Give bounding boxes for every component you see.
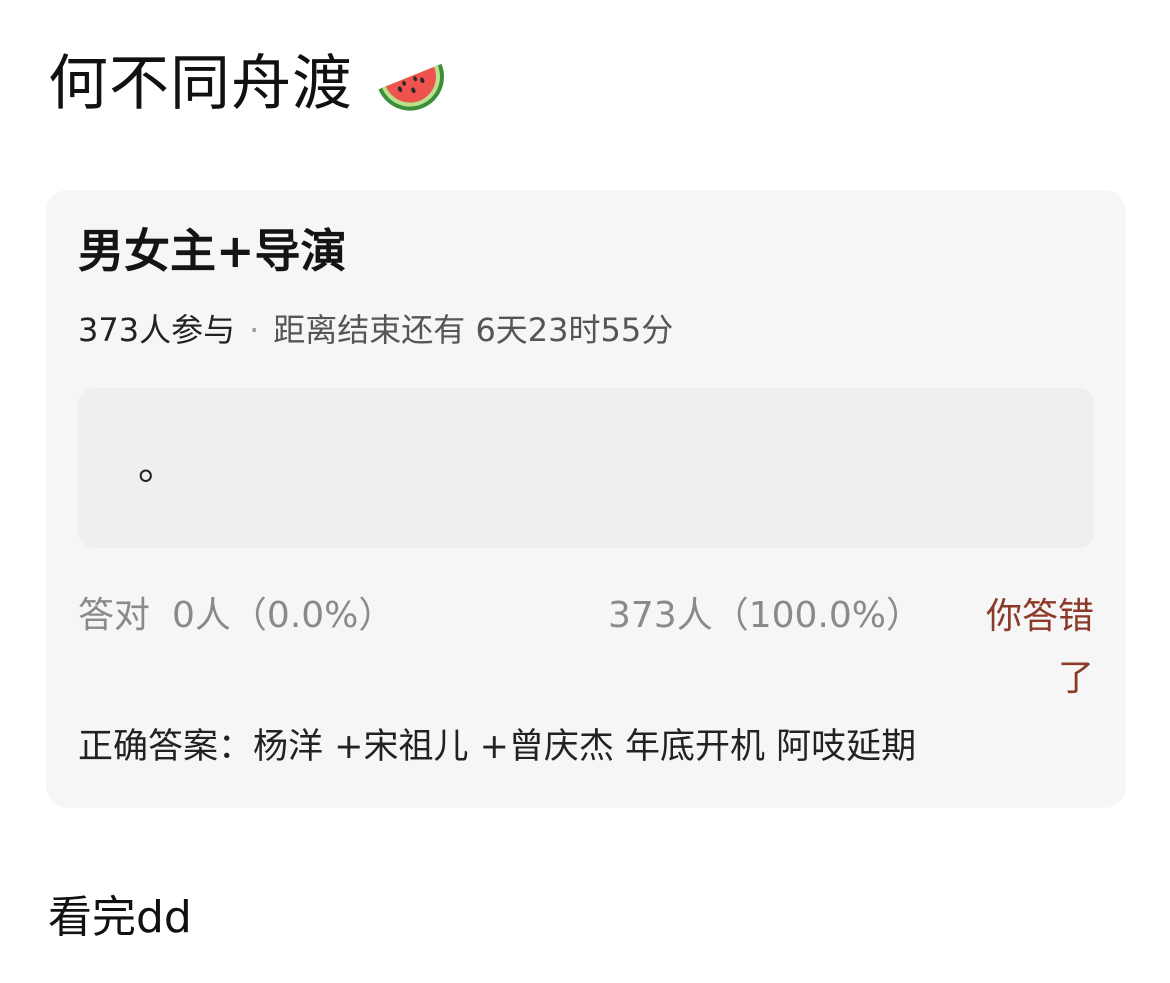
countdown-text: 距离结束还有 6天23时55分 — [273, 311, 674, 349]
wrong-stat: 373人（100.0%） — [608, 595, 922, 636]
quiz-title: 男女主+导演 — [78, 224, 347, 278]
post-comment-text: 看完dd — [48, 892, 192, 943]
participant-count: 373人参与 — [78, 311, 236, 349]
correct-answer-text: 正确答案：杨洋 +宋祖儿 +曾庆杰 年底开机 阿吱延期 — [78, 727, 917, 767]
meta-separator: · — [249, 311, 260, 349]
post-title: 何不同舟渡 — [48, 44, 451, 124]
correct-stat: 答对 0人（0.0%） — [78, 594, 394, 637]
correct-label: 答对 — [78, 595, 151, 636]
quiz-card[interactable]: 男女主+导演 373人参与 · 距离结束还有 6天23时55分 。 答对 0人（0.0… — [46, 190, 1126, 808]
my-answer-text: 。 — [138, 443, 178, 489]
post-title-text: 何不同舟渡 — [48, 49, 353, 119]
result-text: 你答错了 — [985, 596, 1094, 699]
weibo-post-page: 何不同舟渡 男女主+导演 373人参与 · 距离结束还有 6天23时55分 。 — [0, 0, 1170, 983]
my-answer-box: 。 — [78, 388, 1094, 548]
correct-count: 0人（0.0%） — [172, 595, 395, 636]
watermelon-icon — [378, 63, 444, 111]
quiz-stats-row: 答对 0人（0.0%） 373人（100.0%） 你答错了 — [78, 594, 1094, 699]
quiz-meta: 373人参与 · 距离结束还有 6天23时55分 — [78, 314, 673, 346]
